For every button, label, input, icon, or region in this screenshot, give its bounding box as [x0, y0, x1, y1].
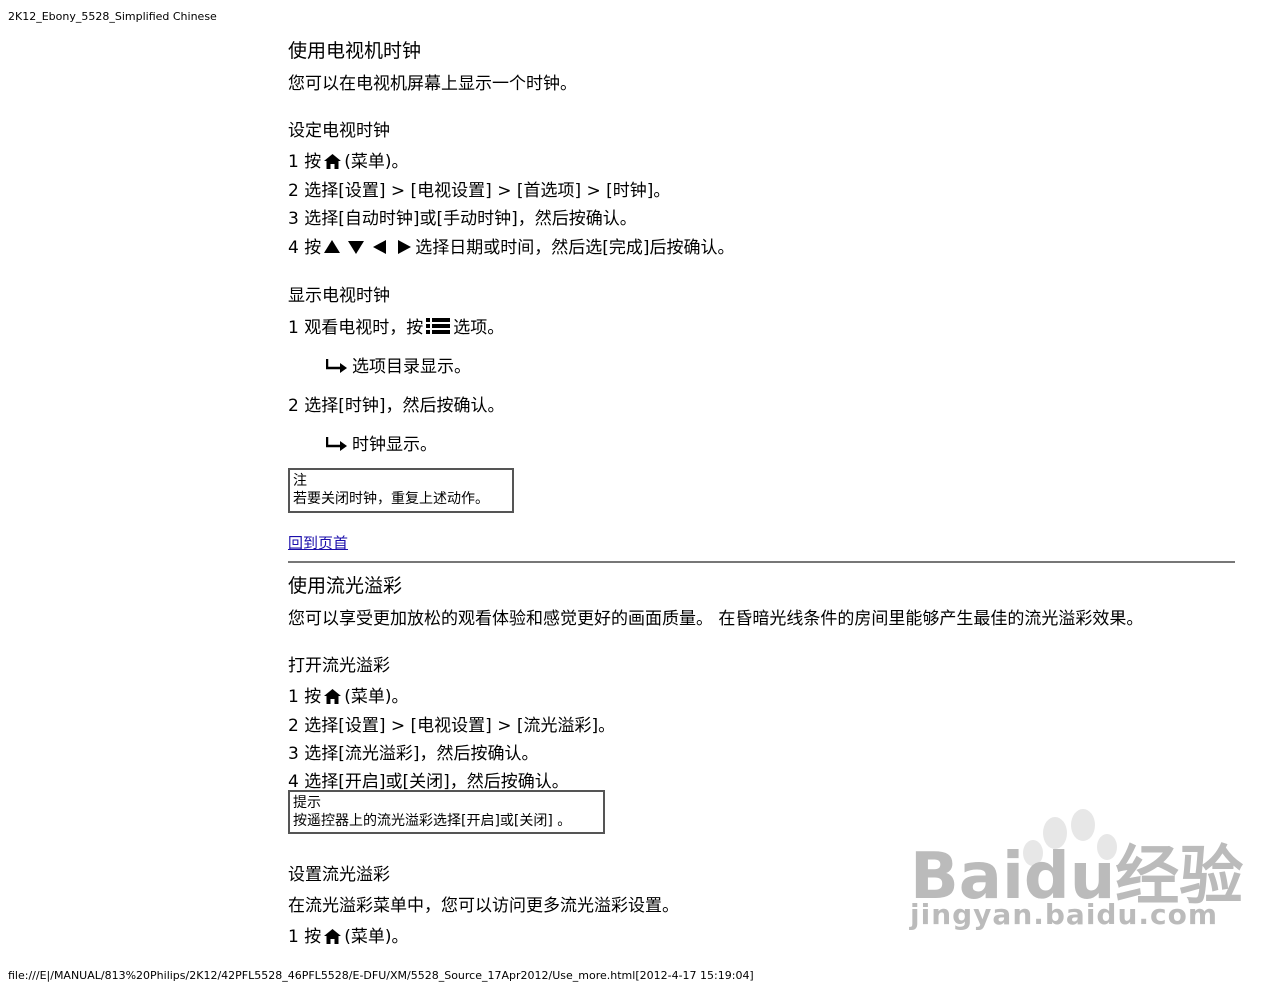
document-header-tag: 2K12_Ebony_5528_Simplified Chinese: [8, 10, 217, 23]
result-text: 选项目录显示。: [352, 357, 471, 377]
show-result-1: 选项目录显示。: [325, 352, 471, 377]
step-text: 1 观看电视时，按: [288, 318, 424, 338]
watermark-url: jingyan.baidu.com: [910, 898, 1219, 931]
step-text: 选择日期或时间，然后选[完成]后按确认。: [415, 238, 735, 258]
step-text: 1 按: [288, 152, 322, 172]
step-text: (菜单)。: [344, 687, 409, 707]
result-arrow-icon: [325, 358, 348, 373]
subsection-title-setup: 设置流光溢彩: [288, 865, 390, 885]
set-step-1: 1 按 (菜单)。: [288, 147, 409, 174]
options-list-icon: [426, 317, 451, 340]
note-box: 注 若要关闭时钟，重复上述动作。: [288, 468, 514, 513]
set-step-2: 2 选择[设置] > [电视设置] > [首选项] > [时钟]。: [288, 181, 671, 201]
step-text: (菜单)。: [344, 927, 409, 947]
tip-box: 提示 按遥控器上的流光溢彩选择[开启]或[关闭] 。: [288, 790, 605, 834]
result-arrow-icon: [325, 436, 348, 451]
step-text: (菜单)。: [344, 152, 409, 172]
navigation-arrows-icon: [324, 239, 412, 260]
setup-step-1: 1 按 (菜单)。: [288, 922, 409, 949]
show-step-1: 1 观看电视时，按 选项。: [288, 313, 504, 340]
home-icon: [324, 929, 342, 949]
document-footer-path: file:///E|/MANUAL/813%20Philips/2K12/42P…: [8, 969, 754, 982]
section-divider: [288, 561, 1235, 563]
on-step-1: 1 按 (菜单)。: [288, 682, 409, 709]
note-text: 若要关闭时钟，重复上述动作。: [293, 491, 489, 507]
back-to-top-link[interactable]: 回到页首: [288, 534, 348, 552]
step-text: 选项。: [453, 318, 505, 338]
home-icon: [324, 689, 342, 709]
result-text: 时钟显示。: [352, 435, 437, 455]
set-step-3: 3 选择[自动时钟]或[手动时钟]，然后按确认。: [288, 209, 637, 229]
on-step-4: 4 选择[开启]或[关闭]，然后按确认。: [288, 772, 569, 792]
clock-intro: 您可以在电视机屏幕上显示一个时钟。: [288, 74, 577, 94]
on-step-2: 2 选择[设置] > [电视设置] > [流光溢彩]。: [288, 716, 616, 736]
setup-intro: 在流光溢彩菜单中，您可以访问更多流光溢彩设置。: [288, 896, 679, 916]
section-title-ambilight: 使用流光溢彩: [288, 575, 403, 597]
step-text: 4 按: [288, 238, 322, 258]
tip-text: 按遥控器上的流光溢彩选择[开启]或[关闭] 。: [293, 813, 572, 829]
set-step-4: 4 按 选择日期或时间，然后选[完成]后按确认。: [288, 233, 735, 260]
tip-label: 提示: [293, 795, 321, 811]
subsection-title-set-clock: 设定电视时钟: [288, 121, 390, 141]
subsection-title-turn-on: 打开流光溢彩: [288, 656, 390, 676]
step-text: 1 按: [288, 687, 322, 707]
show-step-2: 2 选择[时钟]，然后按确认。: [288, 396, 505, 416]
note-label: 注: [293, 473, 307, 489]
subsection-title-show-clock: 显示电视时钟: [288, 286, 390, 306]
ambilight-intro: 您可以享受更加放松的观看体验和感觉更好的画面质量。 在昏暗光线条件的房间里能够产…: [288, 609, 1144, 629]
section-title-clock: 使用电视机时钟: [288, 40, 422, 62]
on-step-3: 3 选择[流光溢彩]，然后按确认。: [288, 744, 539, 764]
step-text: 1 按: [288, 927, 322, 947]
show-result-2: 时钟显示。: [325, 430, 437, 455]
home-icon: [324, 154, 342, 174]
